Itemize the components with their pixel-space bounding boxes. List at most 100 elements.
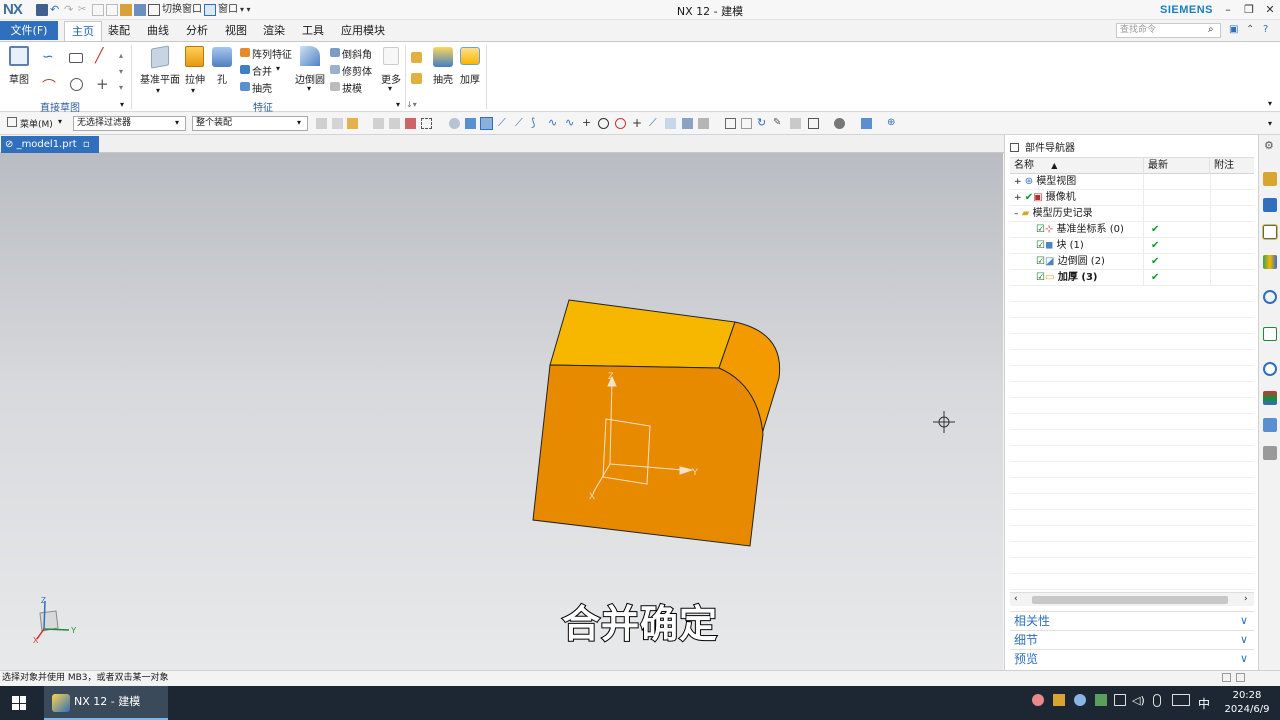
tree-node-model-views[interactable]: + ⊛ 模型视图 xyxy=(1010,174,1254,190)
tab-render[interactable]: 渲染 xyxy=(256,21,292,41)
touch-mode-icon[interactable] xyxy=(134,4,146,16)
assembly-navigator-icon[interactable] xyxy=(1263,172,1277,186)
shell-small-icon[interactable] xyxy=(240,82,250,91)
snap-icon[interactable]: + xyxy=(632,117,643,129)
hole-button[interactable]: 孔 xyxy=(214,71,230,86)
windows-start-icon[interactable] xyxy=(12,696,26,710)
circle-icon[interactable] xyxy=(70,78,83,91)
snap-icon[interactable] xyxy=(480,117,493,130)
hd3d-tools-icon[interactable] xyxy=(1263,290,1277,304)
unite-button[interactable]: 合并 xyxy=(252,63,272,78)
more-gallery-icon[interactable] xyxy=(383,47,399,65)
type-filter-select[interactable]: 无选择过滤器 xyxy=(73,116,186,131)
thicken-button[interactable]: 加厚 xyxy=(458,71,482,86)
chevron-down-icon[interactable]: ▾ xyxy=(276,64,280,73)
pan-icon[interactable]: ✎ xyxy=(773,118,784,129)
document-tab[interactable]: ⊘ _model1.prt ▫ ✕ xyxy=(1,136,99,167)
snap-icon[interactable]: + xyxy=(582,117,593,129)
tab-assembly[interactable]: 装配 xyxy=(101,21,137,41)
tray-app-icon[interactable] xyxy=(1032,694,1044,706)
trim-body-icon[interactable] xyxy=(330,65,340,74)
snap-icon[interactable] xyxy=(698,118,709,129)
checkbox[interactable]: ☑ xyxy=(1036,240,1045,251)
snap-icon[interactable] xyxy=(615,118,626,129)
expand-icon[interactable]: + xyxy=(1014,177,1022,187)
tree-node-feature[interactable]: ☑◼ 块 (1) ✔ xyxy=(1010,238,1254,254)
menu-button[interactable]: 菜单(M) xyxy=(20,117,53,130)
rectangle-icon[interactable] xyxy=(69,53,83,63)
tab-view[interactable]: 视图 xyxy=(218,21,254,41)
selection-box-icon[interactable] xyxy=(421,118,432,129)
pattern-feature-button[interactable]: 阵列特征 xyxy=(252,46,292,61)
column-header-notes[interactable]: 附注 xyxy=(1214,158,1254,174)
trim-body-button[interactable]: 修剪体 xyxy=(342,63,372,78)
snap-icon[interactable]: ⟋ xyxy=(498,117,509,129)
unite-icon[interactable] xyxy=(240,65,250,74)
expand-icon[interactable]: + xyxy=(1014,193,1022,203)
collapse-ribbon-icon[interactable]: ⌃ xyxy=(1246,24,1254,35)
synchronous-icon[interactable] xyxy=(411,52,422,63)
roles-icon[interactable] xyxy=(1263,446,1277,460)
chamfer-button[interactable]: 倒斜角 xyxy=(342,46,372,61)
edge-blend-icon[interactable] xyxy=(300,46,320,66)
shell-icon[interactable] xyxy=(433,47,453,67)
rotate-icon[interactable]: ↻ xyxy=(757,117,768,129)
scroll-right-icon[interactable]: › xyxy=(1244,594,1248,604)
render-style-icon[interactable] xyxy=(834,118,845,129)
chevron-down-icon[interactable]: ▾ xyxy=(307,84,311,93)
help-icon[interactable]: ? xyxy=(1263,24,1268,35)
draft-button[interactable]: 拔模 xyxy=(342,80,362,95)
solid-part-model[interactable] xyxy=(532,299,781,547)
copy-icon[interactable] xyxy=(92,4,104,16)
datum-plane-button[interactable]: 基准平面 xyxy=(138,71,182,86)
tab-tools[interactable]: 工具 xyxy=(295,21,331,41)
tab-analysis[interactable]: 分析 xyxy=(179,21,215,41)
group-options-icon[interactable]: ▾ xyxy=(120,100,124,109)
undo-icon[interactable]: ↶ xyxy=(50,4,62,16)
scrollbar-thumb[interactable] xyxy=(1032,596,1228,604)
orient-view-icon[interactable] xyxy=(861,118,872,129)
collapse-icon[interactable]: – xyxy=(1014,209,1019,219)
snap-icon[interactable] xyxy=(598,118,609,129)
scroll-left-icon[interactable]: ‹ xyxy=(1014,594,1018,604)
datum-plane-icon[interactable] xyxy=(151,45,169,69)
snap-icon[interactable]: ⟋ xyxy=(515,117,526,129)
filter-icon[interactable] xyxy=(316,118,327,129)
constraint-navigator-icon[interactable] xyxy=(1263,198,1277,212)
pin-icon[interactable]: ▫ xyxy=(83,139,90,150)
snap-icon[interactable] xyxy=(465,118,476,129)
window-icon[interactable] xyxy=(204,4,216,16)
checkbox[interactable]: ☑ xyxy=(1036,256,1045,267)
assembly-scope-select[interactable]: 整个装配 xyxy=(192,116,308,131)
web-browser-icon[interactable] xyxy=(1263,327,1277,341)
snap-icon[interactable] xyxy=(665,118,676,129)
paste-icon[interactable] xyxy=(106,4,118,16)
command-search-input[interactable]: 查找命令 xyxy=(1116,23,1221,38)
tray-app-icon[interactable] xyxy=(1095,694,1107,706)
tray-app-icon[interactable] xyxy=(1074,694,1086,706)
minimize-button[interactable]: – xyxy=(1219,2,1237,18)
group-options-icon[interactable]: ▾ xyxy=(396,100,400,109)
history-icon[interactable] xyxy=(1263,362,1277,376)
redo-icon[interactable]: ↷ xyxy=(64,4,76,16)
section-preview[interactable]: 预览 ∨ xyxy=(1010,649,1254,667)
search-icon[interactable]: ⌕ xyxy=(1208,24,1214,35)
extrude-icon[interactable] xyxy=(185,46,204,67)
process-studio-icon[interactable] xyxy=(1263,391,1277,405)
filter-icon[interactable] xyxy=(332,118,343,129)
settings-icon[interactable]: ⚙ xyxy=(1264,139,1274,152)
chevron-down-icon[interactable]: ▾ ▾ xyxy=(240,3,251,17)
switch-window-button[interactable]: 切换窗口 xyxy=(162,3,202,17)
tree-node-feature[interactable]: ☑⊹ 基准坐标系 (0) ✔ xyxy=(1010,222,1254,238)
section-dependencies[interactable]: 相关性 ∨ xyxy=(1010,611,1254,629)
draft-icon[interactable] xyxy=(330,82,340,91)
snap-icon[interactable] xyxy=(682,118,693,129)
tab-curve[interactable]: 曲线 xyxy=(140,21,176,41)
cut-icon[interactable]: ✂ xyxy=(78,4,90,16)
navigator-horizontal-scrollbar[interactable]: ‹ › xyxy=(1010,592,1254,606)
view-icon[interactable] xyxy=(741,118,752,129)
snap-icon[interactable]: ∿ xyxy=(565,117,576,129)
checkbox[interactable]: ☑ xyxy=(1036,224,1045,235)
toolbar-overflow-icon[interactable]: ▾ xyxy=(1268,119,1272,128)
synchronous-icon[interactable] xyxy=(411,73,422,84)
